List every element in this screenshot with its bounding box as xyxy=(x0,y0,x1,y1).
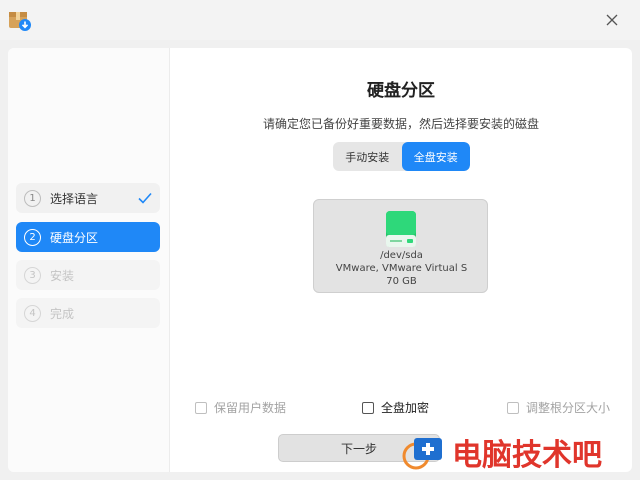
close-button[interactable] xyxy=(600,8,624,32)
checkbox-label: 保留用户数据 xyxy=(214,401,287,415)
step-label: 选择语言 xyxy=(50,191,99,206)
step-sidebar: 1 选择语言 2 硬盘分区 3 安装 4 完成 xyxy=(8,48,170,472)
step-install: 3 安装 xyxy=(16,260,160,290)
step-number: 2 xyxy=(24,228,41,246)
checkbox-label: 调整根分区大小 xyxy=(526,401,611,415)
step-label: 硬盘分区 xyxy=(50,230,99,245)
step-number: 3 xyxy=(24,266,41,284)
disk-path: /dev/sda xyxy=(380,250,423,261)
close-icon xyxy=(606,14,618,26)
checkbox-box[interactable] xyxy=(507,401,519,414)
checkbox-box[interactable] xyxy=(195,401,207,414)
resize-root-checkbox[interactable]: 调整根分区大小 xyxy=(507,399,610,416)
checkbox-label: 全盘加密 xyxy=(381,401,430,415)
keep-user-data-checkbox[interactable]: 保留用户数据 xyxy=(195,399,286,416)
page-title: 硬盘分区 xyxy=(367,81,435,101)
watermark-logo-icon xyxy=(402,438,442,470)
page-subtitle: 请确定您已备份好重要数据，然后选择要安装的磁盘 xyxy=(262,117,539,131)
step-number: 1 xyxy=(24,189,41,207)
tab-manual-install[interactable]: 手动安装 xyxy=(333,142,402,171)
hard-disk-icon xyxy=(386,211,416,247)
disk-size: 70 GB xyxy=(386,276,417,287)
installer-window: 1 选择语言 2 硬盘分区 3 安装 4 完成 硬盘分区 请确定您已备份好重要数… xyxy=(8,48,632,472)
watermark-text: 电脑技术吧 xyxy=(452,438,602,473)
disk-card-sda[interactable]: /dev/sda VMware, VMware Virtual S 70 GB xyxy=(313,199,488,293)
checkmark-icon xyxy=(138,192,152,204)
step-number: 4 xyxy=(24,304,41,322)
disk-model: VMware, VMware Virtual S xyxy=(335,263,468,274)
title-bar xyxy=(0,0,640,40)
tab-full-disk-install[interactable]: 全盘安装 xyxy=(401,142,470,171)
step-disk-partition[interactable]: 2 硬盘分区 xyxy=(16,222,160,252)
watermark: 电脑技术吧 xyxy=(400,432,636,473)
step-label: 安装 xyxy=(50,268,75,283)
step-select-language[interactable]: 1 选择语言 xyxy=(16,183,160,213)
checkbox-box[interactable] xyxy=(362,401,374,414)
installer-package-icon xyxy=(9,9,31,31)
install-mode-tabs: 手动安装 全盘安装 xyxy=(333,142,470,171)
step-finish: 4 完成 xyxy=(16,298,160,328)
step-label: 完成 xyxy=(50,306,75,321)
full-disk-encrypt-checkbox[interactable]: 全盘加密 xyxy=(362,399,429,416)
